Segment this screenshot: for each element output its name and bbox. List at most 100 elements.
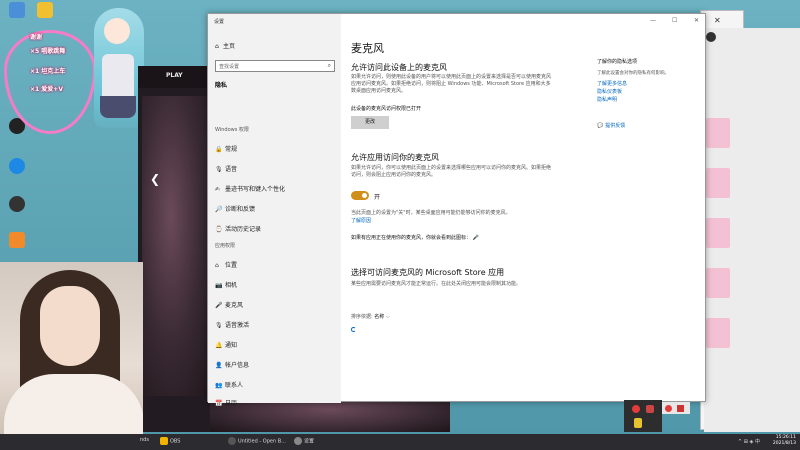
sidebar-item-camera[interactable]: 📷 相机: [215, 280, 237, 289]
search-input[interactable]: 查找设置 ⌕: [215, 60, 335, 72]
pen-icon: ✍: [215, 186, 221, 193]
in-use-note: 如果有应用正在使用你的麦克风，你就会看到此图标： 🎤: [351, 234, 479, 241]
taskbar-clock[interactable]: 15:26:11 2021/8/13: [773, 435, 796, 447]
window-title: 设置: [214, 19, 225, 25]
ad-thumbnail[interactable]: [706, 168, 730, 198]
taskbar: nds OBS Untitled - Open B... 设置 ^ ⊞ ◈ 中 …: [0, 434, 800, 450]
record-icon[interactable]: [632, 405, 640, 413]
sidebar-item-account-info[interactable]: 👤 帐户信息: [215, 360, 249, 369]
chevron-left-icon[interactable]: ❮: [150, 172, 160, 186]
sidebar-item-inking[interactable]: ✍ 墨迹书写和键入个性化: [215, 184, 285, 193]
nav-current-privacy[interactable]: 隐私: [215, 80, 227, 89]
nav-section-windows: Windows 权限: [215, 127, 249, 133]
webcam-overlay: [0, 262, 143, 434]
app-tray-icon[interactable]: [665, 405, 672, 412]
sidebar-item-label: 诊断和反馈: [225, 206, 256, 213]
tray-overflow-popup: [624, 400, 662, 432]
taskbar-item-nds[interactable]: nds: [140, 437, 149, 448]
app-tray-icon[interactable]: [677, 405, 684, 412]
taskbar-item-openboard[interactable]: Untitled - Open B...: [228, 437, 286, 448]
ad-thumbnail[interactable]: [706, 318, 730, 348]
taskbar-item-obs[interactable]: OBS: [160, 437, 180, 448]
sidebar-item-activity[interactable]: ⌚ 活动历史记录: [215, 224, 261, 233]
sidebar-item-label: 联系人: [225, 382, 244, 389]
privacy-dashboard-link[interactable]: 隐私仪表板: [597, 88, 622, 95]
system-tray[interactable]: ^ ⊞ ◈ 中: [738, 438, 760, 445]
taskbar-item-settings[interactable]: 设置: [294, 437, 314, 448]
taskbar-item-label: nds: [140, 437, 149, 443]
desktop-icon-kugou[interactable]: [2, 158, 32, 175]
avatar[interactable]: [706, 32, 716, 42]
chevron-down-icon: ⌵: [385, 314, 390, 320]
privacy-statement-link[interactable]: 隐私声明: [597, 96, 617, 103]
desktop-icon-1[interactable]: [2, 2, 32, 19]
section-device-access-heading: 允许访问此设备上的麦克风: [351, 63, 447, 72]
nav-section-app: 应用权限: [215, 243, 236, 249]
contacts-icon: 👥: [215, 382, 223, 389]
ad-thumbnail[interactable]: [706, 268, 730, 298]
sidebar-item-location[interactable]: ⌂ 位置: [215, 260, 237, 269]
sidebar-item-contacts[interactable]: 👥 联系人: [215, 380, 243, 389]
settings-sidebar: ⌂ 主页 查找设置 ⌕ 隐私 Windows 权限 🔒 常规 🎙 语音 ✍ 墨迹书写和键…: [208, 14, 341, 407]
sidebar-item-voice-activation[interactable]: 🎙 语音激活: [215, 320, 249, 329]
app-icon: [9, 232, 25, 248]
sort-dropdown[interactable]: 排序依据: 名称 ⌵: [351, 313, 390, 320]
history-icon: ⌚: [215, 226, 223, 233]
obs-icon: [160, 437, 168, 445]
section-app-access-heading: 允许应用访问你的麦克风: [351, 153, 439, 162]
desktop-icon-app[interactable]: [2, 196, 32, 213]
sidebar-item-label: 帐户信息: [225, 362, 250, 369]
play-button[interactable]: PLAY: [166, 72, 183, 79]
give-feedback-link[interactable]: 💬 提供反馈: [597, 122, 625, 129]
app-tray-icon[interactable]: [646, 405, 654, 413]
webcam-face: [40, 286, 100, 366]
nav-home-label: 主页: [223, 43, 236, 50]
nav-home[interactable]: ⌂ 主页: [215, 41, 235, 50]
taskbar-item-label: 设置: [304, 438, 315, 445]
sidebar-item-speech[interactable]: 🎙 语音: [215, 164, 237, 173]
sidebar-item-label: 通知: [225, 342, 238, 349]
taskbar-item-label: OBS: [170, 438, 181, 445]
sidebar-item-calendar[interactable]: 📅 日历: [215, 398, 237, 407]
webcam-shoulder: [4, 374, 143, 434]
account-icon: 👤: [215, 362, 223, 369]
sidebar-item-diagnostics[interactable]: 🔎 诊断和反馈: [215, 204, 255, 213]
app-icon: [37, 2, 53, 18]
desktop-icon-2[interactable]: [30, 2, 60, 19]
sticker-line-3: ×1 坦克上车: [30, 68, 66, 75]
app-access-toggle[interactable]: [351, 191, 369, 200]
ad-thumbnail[interactable]: [706, 118, 730, 148]
ad-thumbnail[interactable]: [706, 218, 730, 248]
game-artwork-bottom: [210, 400, 450, 432]
diagnostics-icon: 🔎: [215, 206, 223, 213]
app-icon: [9, 158, 25, 174]
section-store-apps-desc: 某些应用需要访问麦克风才能正常运行。在此处关闭应用可能会限制其功能。: [351, 281, 522, 287]
desktop-icon-app2[interactable]: [2, 232, 32, 249]
section-app-access-desc: 如果允许访问，你可以使用此页面上的设置来选择哪些应用可以访问你的麦克风。如果拒绝…: [351, 165, 552, 178]
app-tray-icon[interactable]: [634, 418, 642, 428]
voice-icon: 🎙: [215, 322, 223, 329]
change-button[interactable]: 更改: [351, 116, 389, 129]
search-placeholder: 查找设置: [219, 64, 240, 70]
sidebar-item-label: 语音激活: [225, 322, 250, 329]
feedback-icon: 💬: [597, 123, 604, 129]
search-icon[interactable]: ⌕: [328, 62, 331, 70]
game-window: PLAY ❮: [138, 66, 218, 432]
sidebar-item-label: 墨迹书写和键入个性化: [225, 186, 286, 193]
sidebar-item-label: 日历: [225, 400, 238, 407]
sort-prefix: 排序依据:: [351, 314, 373, 320]
close-icon[interactable]: ✕: [714, 16, 721, 25]
settings-window: ⌂ 主页 查找设置 ⌕ 隐私 Windows 权限 🔒 常规 🎙 语音 ✍ 墨迹书写和键…: [207, 13, 706, 407]
clock-date: 2021/8/13: [772, 441, 796, 446]
microphone-icon: 🎤: [215, 302, 223, 309]
sidebar-item-general[interactable]: 🔒 常规: [215, 144, 237, 153]
sidebar-item-notifications[interactable]: 🔔 通知: [215, 340, 237, 349]
app-icon: [228, 437, 236, 445]
lock-icon: 🔒: [215, 146, 223, 153]
game-artwork: [142, 96, 214, 396]
gift-sticker: 谢谢 ×5 唱歌跳舞 ×1 坦克上车 ×1 爱爱+V: [4, 30, 96, 140]
toggle-knob: [362, 193, 367, 198]
sidebar-item-microphone[interactable]: 🎤 麦克风: [215, 300, 243, 309]
learn-more-link[interactable]: 了解更多信息: [597, 80, 627, 87]
learn-why-link[interactable]: 了解原因: [351, 217, 371, 224]
